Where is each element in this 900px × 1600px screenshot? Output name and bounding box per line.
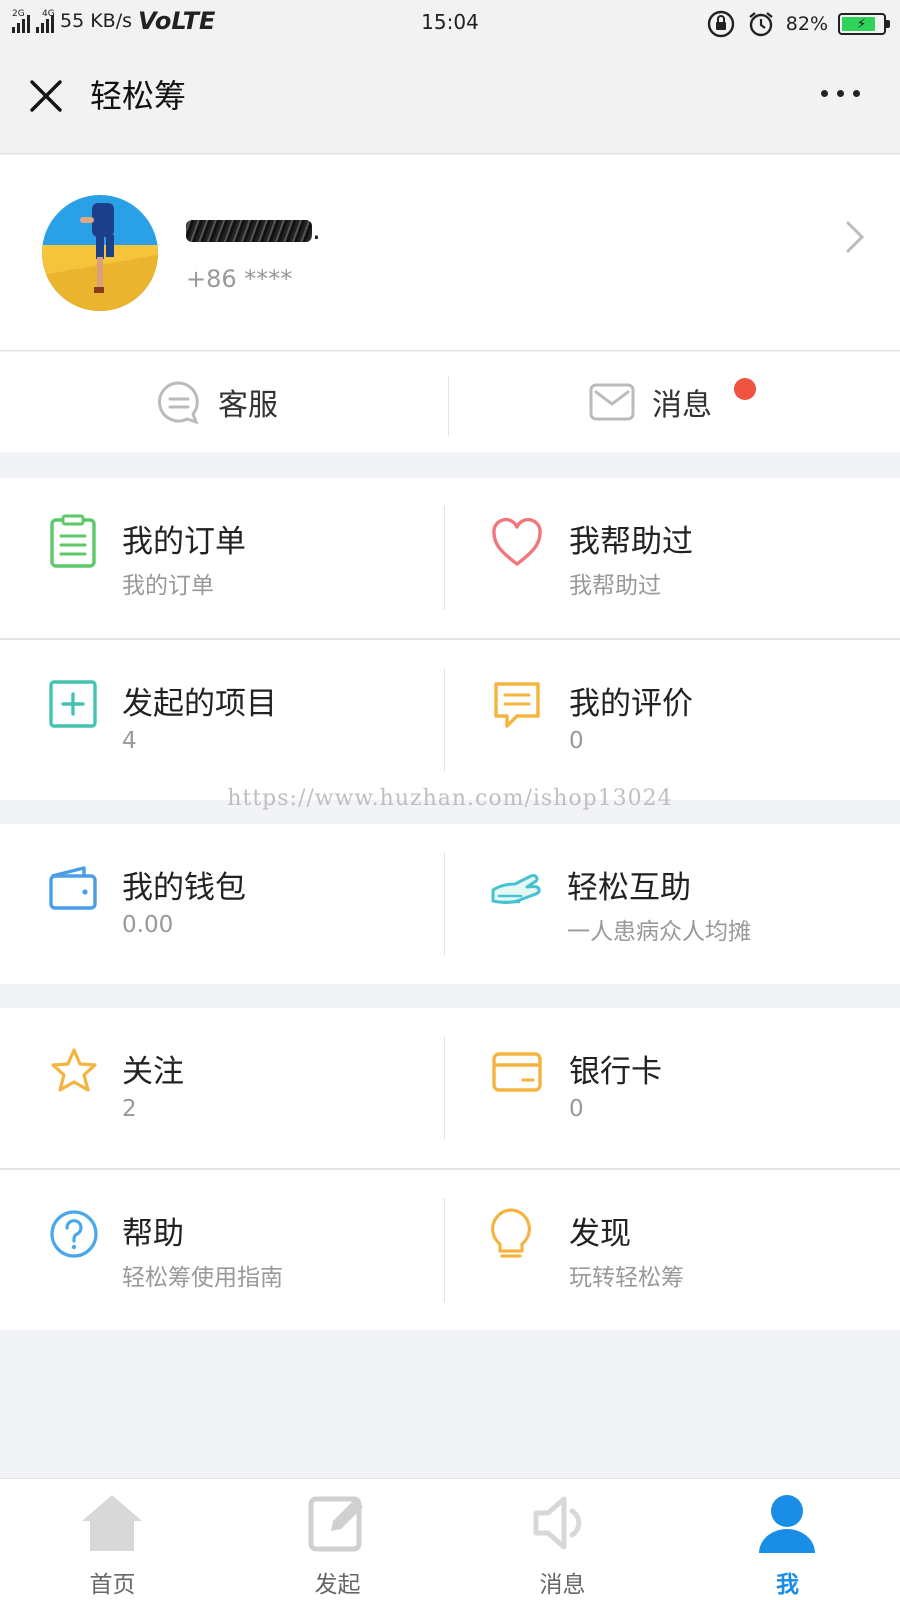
started-projects-count: 4 [122,728,137,754]
battery-icon: ⚡ [838,13,890,35]
follow-item[interactable]: 关注 2 [0,1008,445,1166]
tab-start-label: 发起 [314,1572,361,1598]
question-circle-icon [50,1210,98,1258]
help-title: 帮助 [122,1216,184,1252]
helped-title: 我帮助过 [569,524,693,560]
bank-card-title: 银行卡 [569,1054,662,1090]
started-projects-title: 发起的项目 [122,686,277,722]
tab-home[interactable]: 首页 [0,1479,225,1600]
add-square-icon [49,680,97,728]
discover-title: 发现 [569,1216,631,1252]
wallet-title: 我的钱包 [122,870,246,906]
mutual-aid-sub: 一人患病众人均摊 [567,919,751,945]
helped-sub: 我帮助过 [569,573,661,599]
tab-bar: 首页 发起 消息 我 [0,1478,900,1600]
wallet-item[interactable]: 我的钱包 0.00 [0,824,445,982]
edit-icon [308,1496,363,1552]
status-bar: 2G 4G 55 KB/s VoLTE 15:04 82% ⚡ [0,0,900,46]
phone-number: +86 **** [186,265,293,293]
battery-percent: 82% [785,13,828,35]
wallet-balance: 0.00 [122,912,174,938]
envelope-icon [589,383,635,421]
username-redacted: . [186,213,321,246]
started-projects-item[interactable]: 发起的项目 4 [0,640,445,798]
mutual-aid-item[interactable]: 轻松互助 一人患病众人均摊 [445,824,900,982]
wallet-icon [49,866,97,910]
hand-icon [491,874,541,904]
messages-label: 消息 [652,388,712,423]
my-reviews-item[interactable]: 我的评价 0 [445,640,900,798]
tab-start[interactable]: 发起 [225,1479,450,1600]
heart-icon [492,517,542,566]
service-row: 客服 消息 [0,352,900,452]
customer-service-button[interactable]: 客服 [156,352,278,452]
customer-service-label: 客服 [218,388,278,423]
discover-item[interactable]: 发现 玩转轻松筹 [445,1170,900,1328]
star-icon [51,1048,97,1092]
helped-item[interactable]: 我帮助过 我帮助过 [445,478,900,636]
tab-home-label: 首页 [89,1572,136,1598]
tab-messages[interactable]: 消息 [450,1479,675,1600]
profile-card[interactable]: . +86 **** [0,155,900,351]
user-icon [759,1495,815,1553]
tab-messages-label: 消息 [539,1572,586,1598]
help-sub: 轻松筹使用指南 [122,1265,283,1291]
close-icon[interactable] [26,76,66,116]
messages-button[interactable]: 消息 [588,352,712,452]
chat-bubble-icon [158,381,199,425]
tab-me-label: 我 [776,1572,799,1598]
chevron-right-icon [846,221,865,253]
more-menu-icon[interactable] [821,86,860,101]
my-reviews-title: 我的评价 [569,686,693,722]
help-item[interactable]: 帮助 轻松筹使用指南 [0,1170,445,1328]
speaker-icon [533,1496,582,1550]
unread-badge [734,378,756,400]
my-orders-item[interactable]: 我的订单 我的订单 [0,478,445,636]
home-icon [82,1495,142,1551]
avatar[interactable] [42,195,158,311]
my-reviews-count: 0 [569,728,584,754]
comment-icon [494,682,540,728]
status-right: 82% ⚡ [706,9,890,39]
menu-section-2: 我的钱包 0.00 轻松互助 一人患病众人均摊 [0,824,900,984]
bank-card-count: 0 [569,1096,584,1122]
divider [448,376,449,436]
nav-bar: 轻松筹 [0,46,900,154]
my-orders-title: 我的订单 [122,524,246,560]
mutual-aid-title: 轻松互助 [567,870,691,906]
follow-count: 2 [122,1096,137,1122]
clipboard-icon [50,514,96,568]
alarm-icon [749,12,773,37]
lightbulb-icon [491,1208,531,1258]
follow-title: 关注 [122,1054,184,1090]
bank-card-item[interactable]: 银行卡 0 [445,1008,900,1166]
my-orders-sub: 我的订单 [122,573,214,599]
page-title: 轻松筹 [90,77,187,115]
rotation-lock-icon [707,10,734,38]
menu-section-3: 关注 2 银行卡 0 帮助 轻松筹使用指南 发现 玩转轻松筹 [0,1008,900,1330]
discover-sub: 玩转轻松筹 [569,1265,684,1291]
tab-me[interactable]: 我 [675,1479,900,1600]
menu-section-1: 我的订单 我的订单 我帮助过 我帮助过 发起的项目 4 我的评价 0 [0,478,900,800]
bank-card-icon [492,1052,542,1092]
